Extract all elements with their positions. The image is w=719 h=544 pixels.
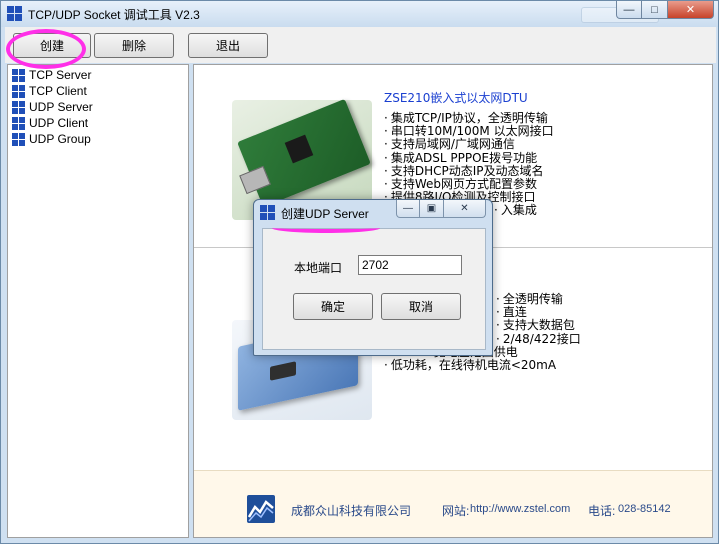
- dialog-body: 本地端口 确定 取消: [262, 228, 486, 350]
- create-button[interactable]: 创建: [13, 33, 91, 58]
- phone-label: 电话:: [588, 504, 616, 518]
- dialog-title-bar[interactable]: 创建UDP Server — ▣ ✕: [254, 200, 492, 224]
- maximize-button[interactable]: □: [642, 1, 668, 19]
- tree-item-udp-client[interactable]: UDP Client: [12, 115, 88, 131]
- network-icon: [12, 84, 25, 98]
- tree-item-udp-server[interactable]: UDP Server: [12, 99, 93, 115]
- phone-value: 028-85142: [618, 503, 671, 515]
- window-controls: — □ ✕: [616, 1, 714, 19]
- product-title: ZSE210嵌入式以太网DTU: [384, 91, 528, 105]
- create-udp-server-dialog: 创建UDP Server — ▣ ✕ 本地端口 确定 取消: [253, 199, 493, 356]
- close-button[interactable]: ✕: [668, 1, 714, 19]
- connection-tree[interactable]: TCP Server TCP Client UDP Server UDP Cli…: [7, 64, 189, 538]
- dialog-maximize-button[interactable]: ▣: [420, 200, 444, 218]
- network-icon: [12, 116, 25, 130]
- exit-button[interactable]: 退出: [188, 33, 268, 58]
- app-icon: [7, 6, 23, 22]
- toolbar: 创建 删除 退出: [5, 27, 716, 63]
- company-logo-icon: [247, 495, 275, 523]
- network-icon: [12, 68, 25, 82]
- ok-button[interactable]: 确定: [293, 293, 373, 320]
- tree-item-tcp-client[interactable]: TCP Client: [12, 83, 87, 99]
- company-footer: 成都众山科技有限公司 网站: http://www.zstel.com 电话: …: [194, 470, 712, 537]
- tree-item-udp-group[interactable]: UDP Group: [12, 131, 91, 147]
- website-label: 网站:: [442, 504, 470, 518]
- title-bar[interactable]: TCP/UDP Socket 调试工具 V2.3 — □ ✕: [1, 1, 718, 27]
- app-icon: [260, 205, 276, 221]
- local-port-input[interactable]: [358, 255, 462, 275]
- local-port-label: 本地端口: [294, 261, 343, 275]
- window-title: TCP/UDP Socket 调试工具 V2.3: [28, 8, 200, 22]
- network-icon: [12, 132, 25, 146]
- tree-item-label: TCP Server: [29, 68, 92, 82]
- tree-item-label: UDP Server: [29, 100, 93, 114]
- network-icon: [12, 100, 25, 114]
- dialog-close-button[interactable]: ✕: [444, 200, 486, 218]
- tree-item-label: UDP Group: [29, 132, 91, 146]
- website-link[interactable]: http://www.zstel.com: [470, 503, 570, 515]
- feature-item: 集成ADSL PPPOE拨号功能: [384, 151, 554, 165]
- tree-item-label: TCP Client: [29, 84, 87, 98]
- dialog-title: 创建UDP Server: [281, 207, 369, 221]
- tree-item-tcp-server[interactable]: TCP Server: [12, 67, 91, 83]
- feature-item: 低功耗，在线待机电流<20mA: [384, 358, 581, 372]
- feature-item: 支持局域网/广域网通信: [384, 138, 554, 151]
- dialog-minimize-button[interactable]: —: [396, 200, 420, 218]
- company-name: 成都众山科技有限公司: [291, 504, 412, 518]
- delete-button[interactable]: 删除: [94, 33, 174, 58]
- minimize-button[interactable]: —: [616, 1, 642, 19]
- cancel-button[interactable]: 取消: [381, 293, 461, 320]
- tree-item-label: UDP Client: [29, 116, 89, 130]
- dialog-window-controls: — ▣ ✕: [396, 200, 486, 218]
